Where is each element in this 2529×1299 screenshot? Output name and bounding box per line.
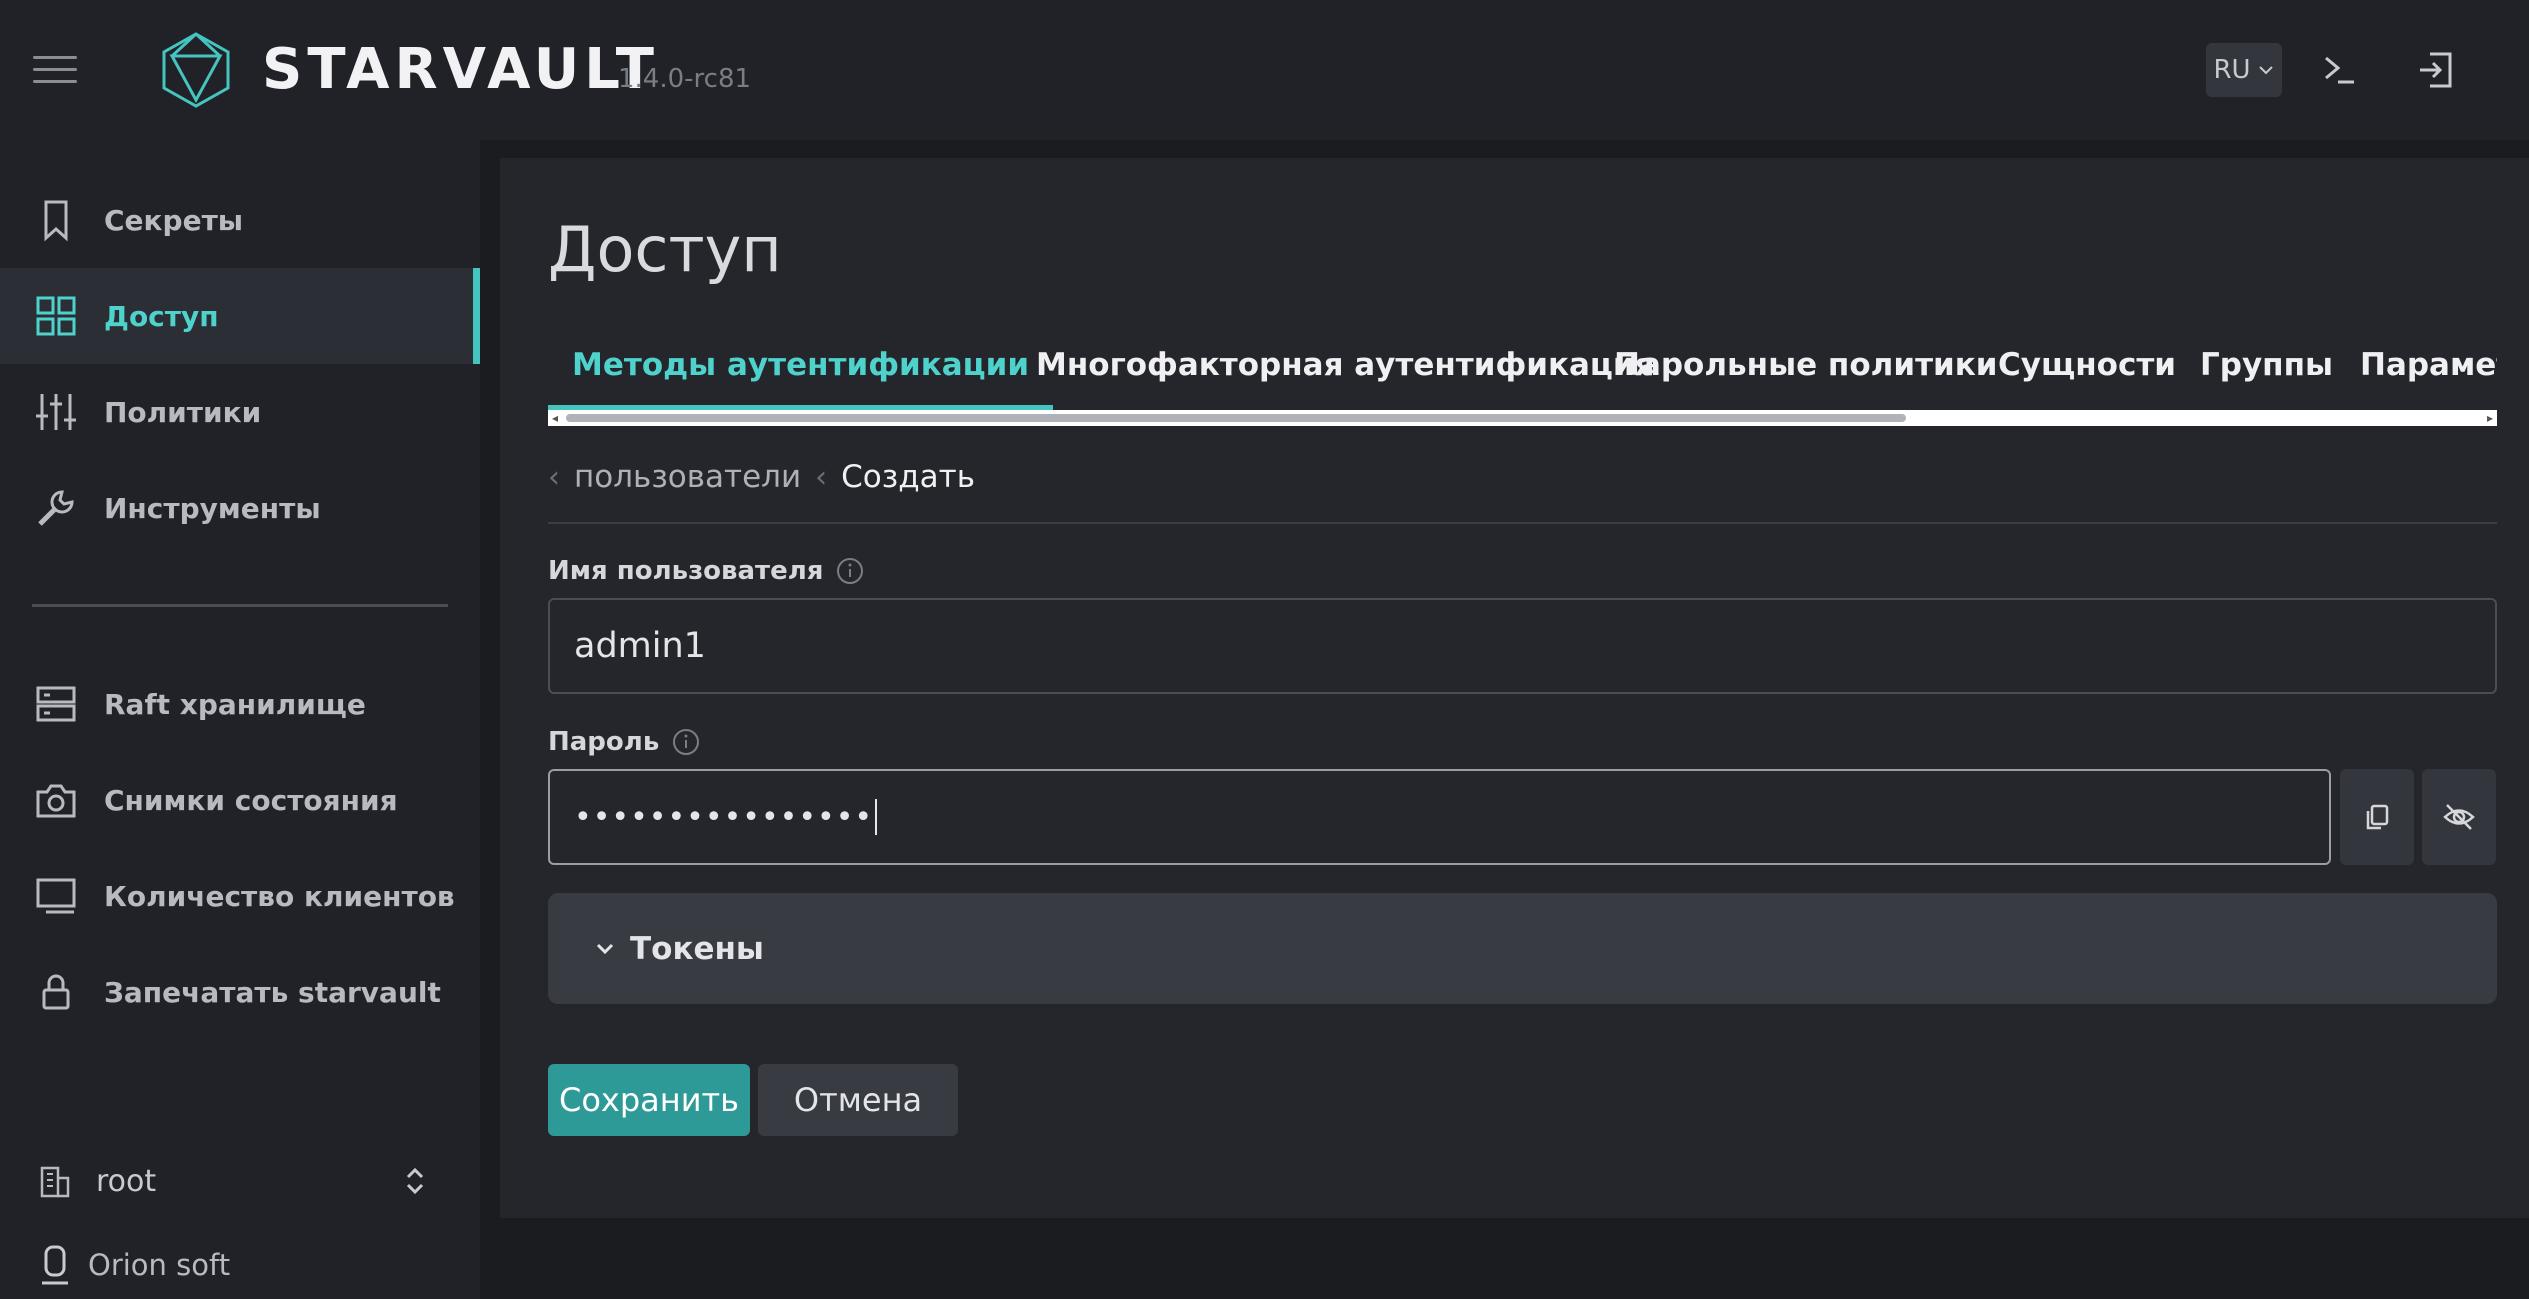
sidebar-item-raft-storage[interactable]: Raft хранилище bbox=[0, 656, 480, 752]
chevron-down-icon bbox=[2258, 66, 2273, 75]
sidebar-item-label: Raft хранилище bbox=[104, 687, 366, 721]
tab-auth-methods[interactable]: Методы аутентификации bbox=[548, 330, 1054, 410]
sidebar-item-client-count[interactable]: Количество клиентов bbox=[0, 848, 480, 944]
sidebar-item-label: Секреты bbox=[104, 203, 244, 237]
sidebar-item-label: Инструменты bbox=[104, 491, 321, 525]
text-cursor bbox=[875, 799, 878, 835]
version-label: 1.4.0-rc81 bbox=[618, 64, 752, 94]
tokens-accordion[interactable]: Токены bbox=[548, 893, 2497, 1004]
toggle-password-visibility-button[interactable] bbox=[2422, 769, 2496, 865]
sidebar-divider bbox=[32, 604, 448, 607]
password-label-text: Пароль bbox=[548, 727, 660, 757]
tab-entities[interactable]: Сущности bbox=[1974, 330, 2200, 410]
namespace-label: root bbox=[96, 1163, 157, 1199]
sidebar-item-snapshots[interactable]: Снимки состояния bbox=[0, 752, 480, 848]
info-icon[interactable] bbox=[671, 727, 701, 757]
chevron-left-icon: ‹ bbox=[815, 459, 828, 495]
sliders-icon bbox=[36, 394, 76, 430]
orion-logo-icon bbox=[42, 1245, 68, 1285]
sidebar: Секреты Доступ Политики Инструменты Raft… bbox=[0, 140, 480, 1299]
breadcrumb-users-link[interactable]: пользователи bbox=[574, 459, 801, 495]
chevron-updown-icon bbox=[406, 1167, 424, 1195]
copy-icon bbox=[2366, 804, 2389, 830]
sidebar-item-policies[interactable]: Политики bbox=[0, 364, 480, 460]
monitor-icon bbox=[36, 878, 76, 914]
logout-icon[interactable] bbox=[2414, 48, 2458, 92]
scroll-left-icon[interactable]: ◂ bbox=[552, 412, 558, 424]
bookmark-icon bbox=[44, 200, 68, 242]
password-field[interactable]: •••••••••••••••• bbox=[548, 769, 2331, 865]
top-header: STARVAULT 1.4.0-rc81 RU bbox=[0, 0, 2529, 140]
org-label: Orion soft bbox=[88, 1248, 231, 1282]
password-label: Пароль bbox=[548, 727, 701, 757]
chevron-left-icon: ‹ bbox=[548, 459, 560, 495]
wrench-icon bbox=[38, 490, 74, 526]
username-label-text: Имя пользователя bbox=[548, 556, 824, 586]
tab-groups[interactable]: Группы bbox=[2176, 330, 2357, 410]
username-value: admin1 bbox=[574, 626, 706, 666]
sidebar-item-secrets[interactable]: Секреты bbox=[0, 172, 480, 268]
sidebar-item-seal[interactable]: Запечатать starvault bbox=[0, 944, 480, 1040]
sidebar-item-label: Снимки состояния bbox=[104, 783, 398, 817]
cancel-button[interactable]: Отмена bbox=[758, 1064, 958, 1136]
console-icon[interactable] bbox=[2318, 48, 2362, 92]
org-footer: Orion soft bbox=[0, 1230, 480, 1299]
grid-icon bbox=[36, 296, 76, 336]
language-select[interactable]: RU bbox=[2206, 43, 2282, 97]
sidebar-item-label: Запечатать starvault bbox=[104, 975, 441, 1009]
tab-mfa[interactable]: Многофакторная аутентификация bbox=[1012, 330, 1679, 410]
sidebar-item-access[interactable]: Доступ bbox=[0, 268, 480, 364]
breadcrumb: ‹ пользователи ‹ Создать bbox=[548, 452, 975, 502]
tabs-scrollbar[interactable]: ◂ ▸ bbox=[548, 410, 2497, 426]
chevron-down-icon bbox=[596, 943, 614, 954]
camera-icon bbox=[36, 784, 76, 818]
sidebar-item-label: Доступ bbox=[104, 299, 219, 333]
info-icon[interactable] bbox=[835, 556, 865, 586]
sidebar-item-tools[interactable]: Инструменты bbox=[0, 460, 480, 556]
scrollbar-thumb[interactable] bbox=[566, 414, 1906, 422]
lock-icon bbox=[42, 974, 70, 1010]
server-icon bbox=[36, 686, 76, 722]
tokens-label: Токены bbox=[630, 930, 764, 967]
tab-parameters[interactable]: Параметры bbox=[2336, 330, 2497, 410]
tab-bar: Методы аутентификации Многофакторная аут… bbox=[548, 330, 2497, 410]
breadcrumb-current: Создать bbox=[841, 459, 975, 495]
tab-password-policies[interactable]: Парольные политики bbox=[1590, 330, 2022, 410]
username-field[interactable]: admin1 bbox=[548, 598, 2497, 694]
brand-name: STARVAULT bbox=[262, 37, 659, 102]
copy-password-button[interactable] bbox=[2340, 769, 2414, 865]
scroll-right-icon[interactable]: ▸ bbox=[2487, 412, 2493, 424]
menu-icon[interactable] bbox=[33, 56, 77, 84]
namespace-picker[interactable]: root bbox=[0, 1146, 480, 1216]
save-button[interactable]: Сохранить bbox=[548, 1064, 750, 1136]
building-icon bbox=[40, 1166, 70, 1198]
username-label: Имя пользователя bbox=[548, 556, 865, 586]
language-label: RU bbox=[2213, 55, 2251, 85]
sidebar-item-label: Количество клиентов bbox=[104, 879, 455, 913]
password-value: •••••••••••••••• bbox=[574, 799, 874, 835]
eye-off-icon bbox=[2443, 804, 2475, 830]
breadcrumb-divider bbox=[548, 522, 2497, 524]
sidebar-item-label: Политики bbox=[104, 395, 262, 429]
page-title: Доступ bbox=[548, 213, 782, 286]
starvault-logo-icon bbox=[162, 32, 230, 108]
